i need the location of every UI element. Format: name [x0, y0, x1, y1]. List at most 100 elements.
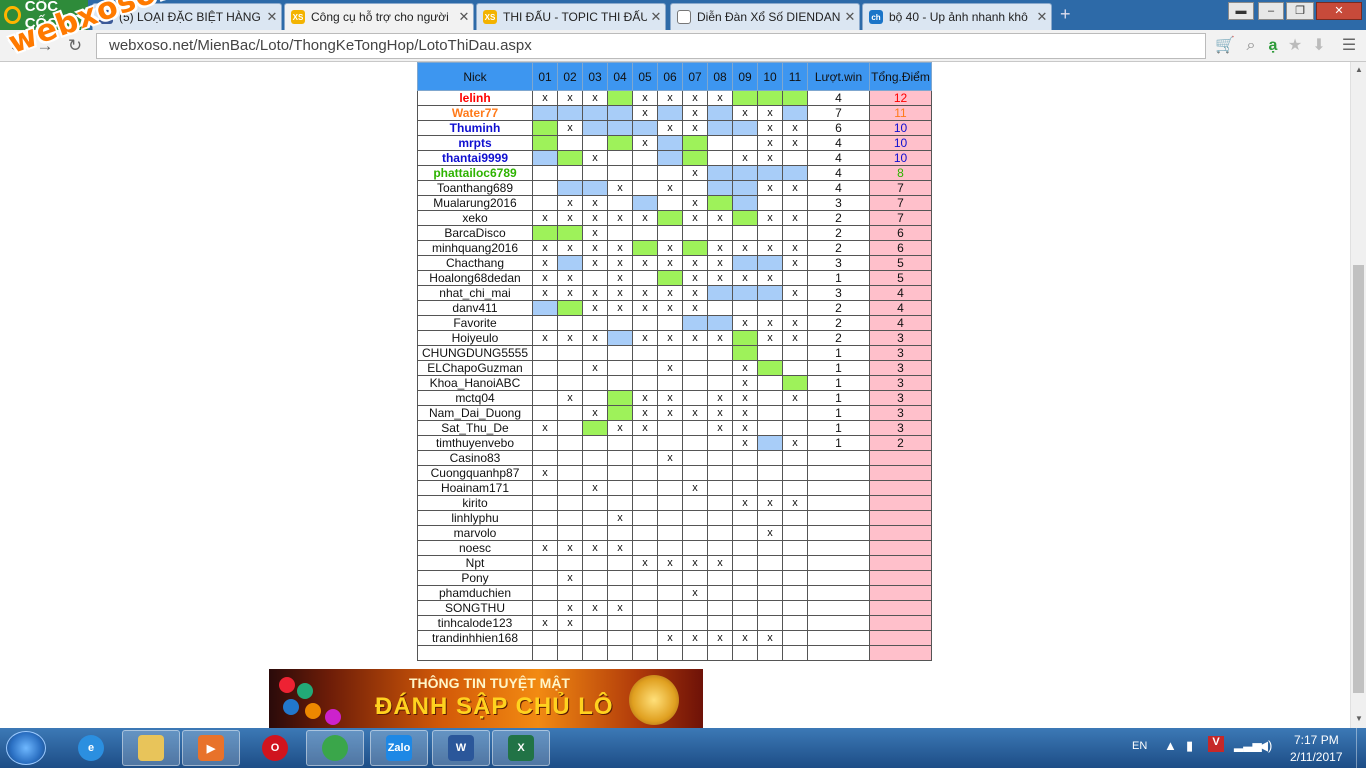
round-cell: x: [657, 360, 683, 376]
close-icon[interactable]: ✕: [455, 9, 473, 25]
round-cell: [757, 300, 783, 316]
close-window-button[interactable]: ✕: [1316, 2, 1362, 20]
close-icon[interactable]: ✕: [1033, 9, 1051, 25]
close-icon[interactable]: ✕: [841, 9, 859, 25]
advertisement-banner[interactable]: THÔNG TIN TUYỆT MẬT ĐÁNH SẬP CHỦ LÔ: [269, 669, 703, 728]
lottery-ball-icon: [297, 683, 313, 699]
round-cell: [607, 315, 633, 331]
round-cell: x: [732, 435, 758, 451]
round-cell: x: [632, 555, 658, 571]
close-icon[interactable]: ✕: [263, 9, 281, 25]
round-cell: x: [707, 405, 733, 421]
vertical-scrollbar[interactable]: ▲ ▼: [1350, 62, 1366, 728]
total-points-cell: 2: [869, 435, 932, 451]
address-bar[interactable]: webxoso.net/MienBac/Loto/ThongKeTongHop/…: [96, 33, 1206, 59]
download-icon[interactable]: ⬇: [1308, 35, 1330, 57]
table-row: Hoainam171 x x: [417, 480, 932, 496]
wins-cell: 2: [807, 300, 870, 316]
scrollbar-thumb[interactable]: [1353, 265, 1364, 693]
round-cell: [707, 315, 733, 331]
round-cell: [757, 405, 783, 421]
round-cell: [782, 420, 808, 436]
tab-thi-dau[interactable]: XS THI ĐẤU - TOPIC THI ĐẤU ✕: [476, 3, 666, 30]
round-cell: x: [732, 240, 758, 256]
round-cell: [682, 525, 708, 541]
nick-cell: Pony: [417, 570, 533, 586]
round-cell: x: [682, 555, 708, 571]
taskbar-opera[interactable]: O: [246, 730, 304, 766]
start-button[interactable]: [6, 731, 46, 765]
round-cell: [632, 165, 658, 181]
round-cell: [607, 555, 633, 571]
scroll-down-icon[interactable]: ▼: [1354, 714, 1364, 724]
round-cell: [782, 195, 808, 211]
taskbar-zalo[interactable]: Zalo: [370, 730, 428, 766]
taskbar-media-player[interactable]: ▶: [182, 730, 240, 766]
wins-cell: 1: [807, 420, 870, 436]
wins-cell: 4: [807, 135, 870, 151]
browser-window: CỐC CỐC f (5) LOẠI ĐẶC BIỆT HÀNG N ✕ XS …: [0, 0, 1366, 728]
round-cell: x: [732, 360, 758, 376]
taskbar-file-explorer[interactable]: [122, 730, 180, 766]
round-cell: [757, 450, 783, 466]
round-cell: [657, 105, 683, 121]
antivirus-icon[interactable]: V: [1208, 736, 1224, 752]
round-cell: [757, 225, 783, 241]
scroll-up-icon[interactable]: ▲: [1354, 65, 1364, 75]
minimize-button[interactable]: ‒: [1258, 2, 1284, 20]
round-cell: x: [657, 555, 683, 571]
round-cell: [732, 600, 758, 616]
tab-cong-cu[interactable]: XS Công cụ hỗ trợ cho người ✕: [284, 3, 474, 30]
column-header: 08: [707, 62, 733, 91]
taskbar-excel[interactable]: X: [492, 730, 550, 766]
show-desktop-button[interactable]: [1356, 728, 1366, 768]
show-hidden-icons-icon[interactable]: ▲: [1164, 738, 1177, 753]
round-cell: [732, 225, 758, 241]
round-cell: x: [682, 330, 708, 346]
table-row: thantai9999 x x x 4 10: [417, 150, 932, 166]
total-points-cell: 3: [869, 375, 932, 391]
round-cell: [732, 210, 758, 226]
battery-icon[interactable]: ▮: [1186, 738, 1193, 754]
round-cell: [757, 285, 783, 301]
nick-cell: Npt: [417, 555, 533, 571]
tab-dien-dan[interactable]: Diễn Đàn Xổ Số DIENDAN ✕: [670, 3, 860, 30]
round-cell: [657, 150, 683, 166]
shopping-cart-icon[interactable]: 🛒: [1214, 35, 1236, 57]
round-cell: x: [582, 600, 608, 616]
language-indicator[interactable]: EN: [1132, 740, 1147, 752]
star-icon[interactable]: ★: [1284, 35, 1306, 57]
menu-icon[interactable]: ☰: [1338, 35, 1360, 57]
taskbar-word[interactable]: W: [432, 730, 490, 766]
table-row: Sat_Thu_De x x x x x 1 3: [417, 420, 932, 436]
volume-icon[interactable]: ◀): [1258, 738, 1272, 754]
menu-button[interactable]: ▬: [1228, 2, 1254, 20]
total-points-cell: 5: [869, 255, 932, 271]
new-tab-button[interactable]: +: [1060, 5, 1080, 24]
round-cell: [732, 585, 758, 601]
maximize-button[interactable]: ❐: [1286, 2, 1314, 20]
round-cell: [632, 120, 658, 136]
round-cell: [782, 645, 808, 661]
round-cell: x: [657, 180, 683, 196]
round-cell: [607, 450, 633, 466]
vietnamese-input-icon[interactable]: ạ: [1262, 35, 1284, 57]
round-cell: [632, 360, 658, 376]
total-points-cell: 3: [869, 330, 932, 346]
round-cell: x: [682, 195, 708, 211]
round-cell: [682, 150, 708, 166]
round-cell: [632, 375, 658, 391]
clock-date[interactable]: 2/11/2017: [1290, 750, 1343, 764]
tab-bo-40[interactable]: ch bộ 40 - Up ảnh nhanh khô ✕: [862, 3, 1052, 30]
round-cell: [557, 495, 583, 511]
round-cell: x: [557, 210, 583, 226]
taskbar-coccoc[interactable]: [306, 730, 364, 766]
round-cell: x: [732, 495, 758, 511]
round-cell: [682, 345, 708, 361]
close-icon[interactable]: ✕: [647, 9, 665, 25]
taskbar-internet-explorer[interactable]: e: [62, 730, 120, 766]
clock-time[interactable]: 7:17 PM: [1294, 733, 1339, 747]
page-content: Nick 01 02 03 04 05 06 07 08 09 10 11 Lượt.win Tổng.Đ…: [0, 62, 1350, 728]
search-icon[interactable]: ⌕: [1240, 35, 1262, 57]
round-cell: [532, 135, 558, 151]
